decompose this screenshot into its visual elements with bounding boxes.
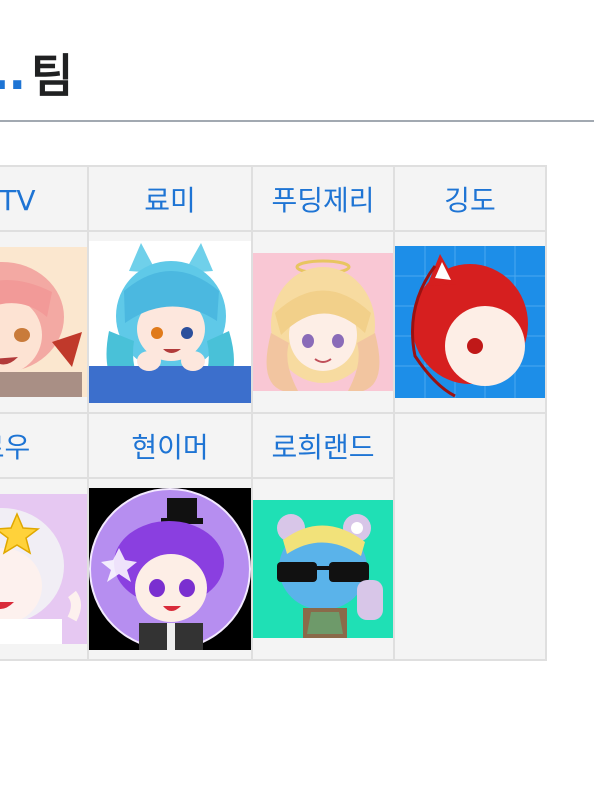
section-heading-prefix-link[interactable]: .. [0,46,26,100]
table-row: 로우 현이머 로희랜드 [0,412,547,661]
member-name-cell: 로우 [0,412,89,479]
member-name-link[interactable]: 로우 [0,431,30,464]
member-name-cell: 사TV [0,165,89,232]
member-image-cell [0,230,89,414]
page: .. 팀 사TV 료미 푸딩제리 깅도 [0,0,594,793]
pink-haired-boy-avatar-icon[interactable] [0,247,87,397]
blonde-angel-girl-avatar-icon[interactable] [253,253,393,391]
purple-haired-magician-avatar-icon[interactable] [89,488,251,650]
blue-turtle-sunglasses-avatar-icon[interactable] [253,500,393,638]
member-image-cell [87,477,253,661]
member-name-cell: 깅도 [393,165,547,232]
member-image-cell [0,477,89,661]
member-image-cell [87,230,253,414]
empty-cell [393,412,547,661]
members-table: 사TV 료미 푸딩제리 깅도 [0,165,547,661]
member-image-cell [251,230,395,414]
table-row [0,230,547,414]
member-name-link[interactable]: 로희랜드 [271,431,374,464]
member-image-cell [393,230,547,414]
member-name-link[interactable]: 현이머 [131,431,208,464]
member-name-link[interactable]: 깅도 [444,184,496,217]
member-name-cell: 현이머 [87,412,253,479]
white-haired-star-girl-avatar-icon[interactable] [0,494,87,644]
member-name-cell: 로희랜드 [251,412,395,479]
member-name-cell: 푸딩제리 [251,165,395,232]
member-name-link[interactable]: 푸딩제리 [271,184,374,217]
member-name-link[interactable]: 사TV [0,184,36,217]
blue-haired-catgirl-avatar-icon[interactable] [89,241,251,403]
red-haired-foxgirl-avatar-icon[interactable] [395,246,545,398]
heading-divider [0,120,594,122]
member-image-cell [251,477,395,661]
section-heading: .. 팀 [0,38,73,108]
member-name-link[interactable]: 료미 [144,184,196,217]
section-heading-title: 팀 [30,49,73,103]
member-name-cell: 료미 [87,165,253,232]
table-row: 사TV 료미 푸딩제리 깅도 [0,165,547,232]
